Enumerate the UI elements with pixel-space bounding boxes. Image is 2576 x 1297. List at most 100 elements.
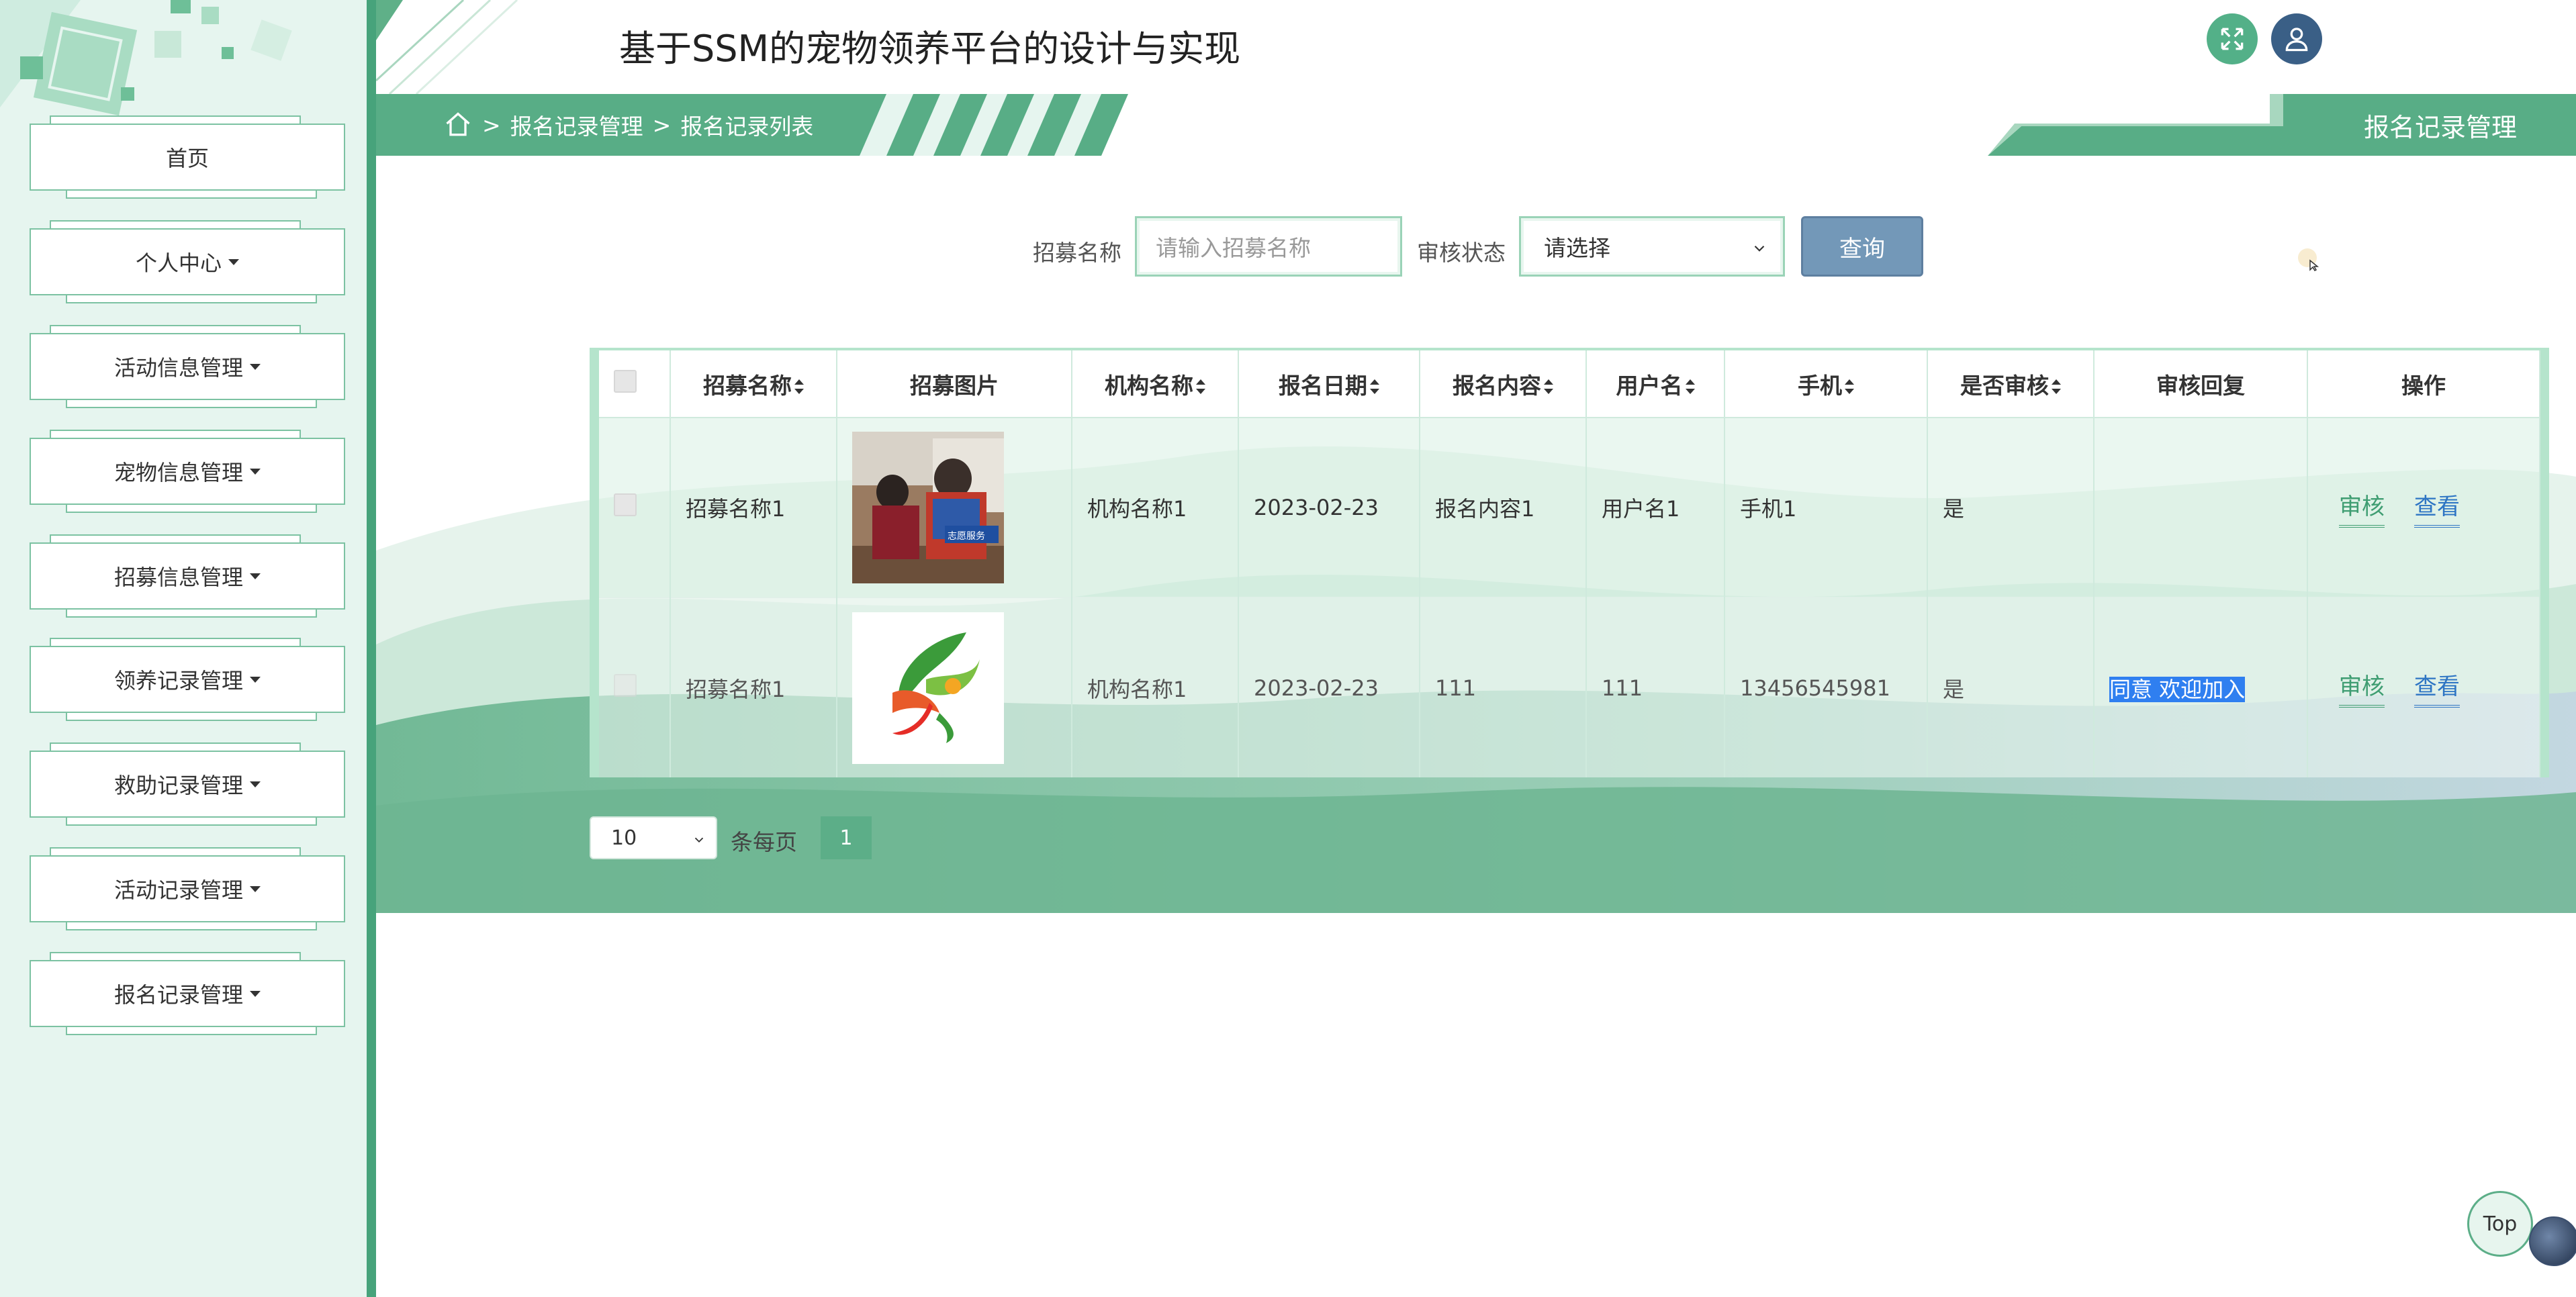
- user-button[interactable]: [2271, 13, 2322, 64]
- audit-status-select[interactable]: 请选择: [1519, 216, 1785, 277]
- caret-down-icon: [250, 573, 261, 579]
- select-all-checkbox[interactable]: [614, 369, 637, 393]
- column-header-label: 报名日期: [1279, 372, 1367, 399]
- sidebar-item-home[interactable]: 首页: [30, 115, 345, 199]
- beautiful-china-logo-image: [852, 612, 1004, 764]
- sidebar-item-label: 活动信息管理: [113, 355, 243, 381]
- home-icon[interactable]: [443, 110, 473, 140]
- caret-down-icon: [250, 885, 261, 892]
- audit-link[interactable]: 审核: [2339, 488, 2385, 528]
- fullscreen-button[interactable]: [2207, 13, 2258, 64]
- column-header-signup-date[interactable]: 报名日期: [1238, 350, 1420, 418]
- column-header-label: 招募图片: [910, 372, 999, 399]
- row-select-cell: [599, 418, 671, 597]
- sidebar-item-label: 救助记录管理: [113, 773, 243, 798]
- sidebar-item-label: 报名记录管理: [113, 982, 243, 1008]
- sort-icon: [2052, 379, 2061, 394]
- column-header-recruit-image: 招募图片: [837, 350, 1072, 418]
- audit-status-label: 审核状态: [1417, 240, 1506, 266]
- cell-audit-reply: 同意 欢迎加入: [2094, 597, 2308, 777]
- column-header-label: 机构名称: [1105, 372, 1193, 399]
- row-checkbox[interactable]: [614, 673, 637, 697]
- column-header-org-name[interactable]: 机构名称: [1072, 350, 1239, 418]
- sidebar: 首页 个人中心 活动信息管理 宠物信息管理 招募信息管理 领养记录管理 救助记录…: [0, 0, 376, 1297]
- audit-link[interactable]: 审核: [2339, 668, 2385, 708]
- page-banner-title: 报名记录管理: [2363, 112, 2517, 142]
- cell-signup-date: 2023-02-23: [1238, 418, 1420, 597]
- sidebar-item-signup-records[interactable]: 报名记录管理: [30, 952, 345, 1035]
- caret-down-icon: [250, 781, 261, 787]
- page-number-button[interactable]: 1: [821, 816, 872, 859]
- cell-username: 111: [1586, 597, 1725, 777]
- sidebar-item-label: 活动记录管理: [113, 877, 243, 903]
- cell-signup-content: 报名内容1: [1420, 418, 1587, 597]
- breadcrumb: > 报名记录管理 > 报名记录列表: [443, 94, 813, 156]
- table-row: 招募名称1 志愿服务 机构名称1 2023-02-23 报名内容1 用户名1 手…: [599, 418, 2540, 597]
- app-title: 基于SSM的宠物领养平台的设计与实现: [619, 28, 1241, 70]
- caret-down-icon: [228, 258, 239, 265]
- column-header-phone[interactable]: 手机: [1724, 350, 1928, 418]
- cell-recruit-name: 招募名称1: [670, 597, 837, 777]
- user-icon: [2285, 28, 2308, 52]
- table-row: 招募名称1 机构名称1 2023-02-23 111 111 134565459…: [599, 597, 2540, 777]
- sidebar-item-rescue-records[interactable]: 救助记录管理: [30, 742, 345, 826]
- breadcrumb-level2: 报名记录列表: [680, 113, 814, 140]
- volunteer-photo-image: 志愿服务: [852, 432, 1004, 583]
- cell-org-name: 机构名称1: [1072, 418, 1239, 597]
- sidebar-decoration: [0, 0, 292, 116]
- sidebar-item-adoption-records[interactable]: 领养记录管理: [30, 638, 345, 721]
- chevron-down-icon: [694, 837, 704, 843]
- floating-avatar[interactable]: [2529, 1216, 2576, 1266]
- caret-down-icon: [250, 676, 261, 683]
- cell-org-name: 机构名称1: [1072, 597, 1239, 777]
- sort-icon: [1544, 379, 1553, 394]
- page-size-select[interactable]: 10: [590, 816, 717, 859]
- column-header-label: 招募名称: [703, 372, 792, 399]
- sidebar-item-pet-info[interactable]: 宠物信息管理: [30, 430, 345, 513]
- view-link[interactable]: 查看: [2414, 668, 2460, 708]
- cell-audited: 是: [1927, 597, 2095, 777]
- mouse-cursor-icon: [2298, 248, 2319, 271]
- column-header-audited[interactable]: 是否审核: [1927, 350, 2095, 418]
- records-table: 招募名称 招募图片 机构名称 报名日期 报名内容 用户名 手机 是否审核 审核回…: [590, 348, 2549, 777]
- column-header-username[interactable]: 用户名: [1586, 350, 1725, 418]
- search-button[interactable]: 查询: [1801, 216, 1923, 277]
- sidebar-item-recruit-info[interactable]: 招募信息管理: [30, 534, 345, 618]
- recruit-name-input[interactable]: 请输入招募名称: [1135, 216, 1402, 277]
- breadcrumb-separator: >: [482, 111, 501, 138]
- column-header-actions: 操作: [2307, 350, 2540, 418]
- column-header-label: 是否审核: [1960, 372, 2049, 399]
- header-decoration: [376, 0, 518, 94]
- sidebar-item-activity-records[interactable]: 活动记录管理: [30, 847, 345, 930]
- expand-icon: [2221, 28, 2244, 50]
- sort-icon: [1845, 379, 1854, 394]
- caret-down-icon: [250, 363, 261, 370]
- sort-icon: [1370, 379, 1379, 394]
- breadcrumb-level1[interactable]: 报名记录管理: [510, 109, 643, 141]
- back-to-top-button[interactable]: Top: [2467, 1191, 2533, 1257]
- cell-recruit-name: 招募名称1: [670, 418, 837, 597]
- column-header-label: 操作: [2401, 372, 2446, 399]
- cell-signup-content: 111: [1420, 597, 1587, 777]
- per-page-label: 条每页: [731, 829, 797, 855]
- sidebar-item-label: 宠物信息管理: [113, 460, 243, 485]
- sidebar-item-label: 领养记录管理: [113, 668, 243, 693]
- cell-actions: 审核 查看: [2307, 597, 2540, 777]
- view-link[interactable]: 查看: [2414, 488, 2460, 528]
- column-header-recruit-name[interactable]: 招募名称: [670, 350, 837, 418]
- sidebar-item-activity-info[interactable]: 活动信息管理: [30, 325, 345, 408]
- sidebar-item-personal-center[interactable]: 个人中心: [30, 220, 345, 303]
- cell-recruit-image: 志愿服务: [837, 418, 1072, 597]
- sidebar-item-label: 个人中心: [135, 250, 222, 276]
- column-header-label: 手机: [1798, 372, 1842, 399]
- breadcrumb-separator: >: [652, 111, 672, 138]
- column-header-signup-content[interactable]: 报名内容: [1420, 350, 1587, 418]
- row-select-cell: [599, 597, 671, 777]
- cell-actions: 审核 查看: [2307, 418, 2540, 597]
- audit-reply-text: 同意 欢迎加入: [2109, 676, 2246, 702]
- column-header-label: 用户名: [1616, 372, 1683, 399]
- column-header-label: 报名内容: [1453, 372, 1541, 399]
- row-checkbox[interactable]: [614, 493, 637, 516]
- cell-phone: 13456545981: [1724, 597, 1928, 777]
- cell-audit-reply: [2094, 418, 2308, 597]
